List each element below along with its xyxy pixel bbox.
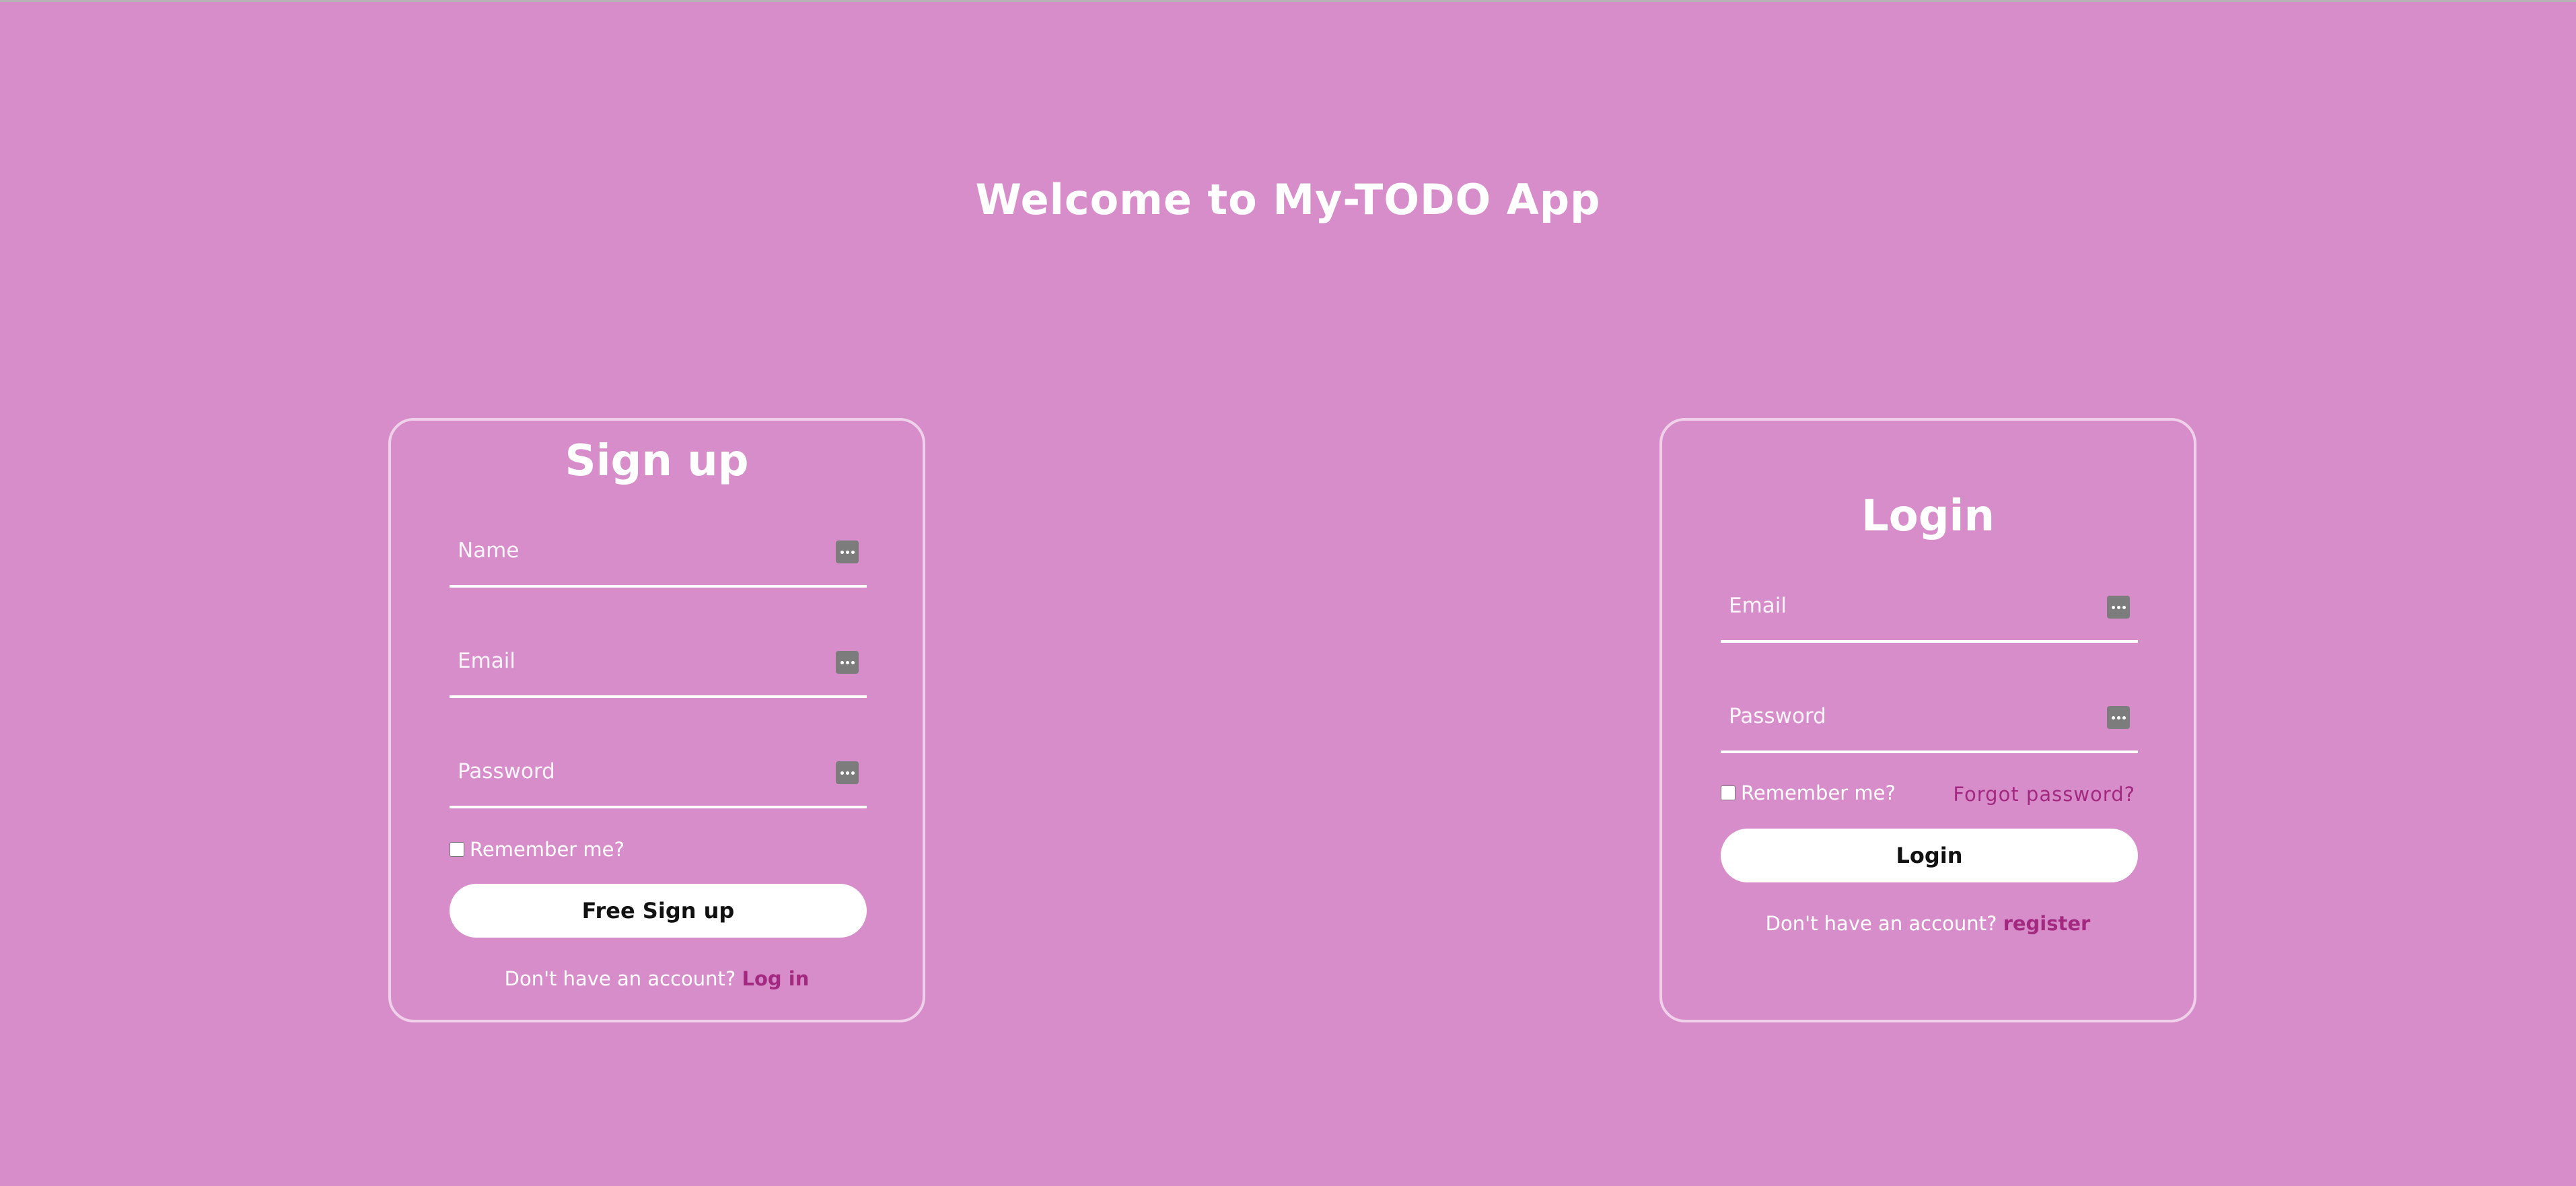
login-switch-text: Don't have an account? (1765, 912, 1997, 935)
login-switch-line: Don't have an account? register (1662, 912, 2194, 935)
login-card: Login Remember me? Forgot password? Logi… (1659, 418, 2196, 1022)
password-manager-icon[interactable] (2107, 596, 2130, 619)
forgot-password-link[interactable]: Forgot password? (1953, 783, 2135, 806)
login-email-field (1721, 575, 2138, 643)
signup-name-input[interactable] (450, 520, 821, 581)
signup-remember-checkbox[interactable] (450, 842, 464, 857)
page-title: Welcome to My-TODO App (975, 175, 1601, 224)
register-link[interactable]: register (2003, 912, 2091, 935)
signup-email-field (450, 631, 867, 698)
login-remember-checkbox[interactable] (1721, 786, 1736, 800)
login-title: Login (1861, 491, 1995, 541)
login-button[interactable]: Login (1721, 829, 2138, 882)
signup-name-field (450, 520, 867, 588)
signup-switch-line: Don't have an account? Log in (391, 967, 923, 990)
free-signup-button[interactable]: Free Sign up (450, 884, 867, 938)
login-password-input[interactable] (1721, 686, 2092, 746)
signup-remember-row[interactable]: Remember me? (450, 838, 624, 861)
login-remember-label: Remember me? (1741, 781, 1896, 804)
password-manager-icon[interactable] (836, 651, 859, 674)
password-manager-icon[interactable] (2107, 706, 2130, 729)
password-manager-icon[interactable] (836, 540, 859, 563)
signup-password-field (450, 741, 867, 808)
login-remember-row[interactable]: Remember me? (1721, 781, 1896, 804)
signup-switch-text: Don't have an account? (504, 967, 736, 990)
login-email-input[interactable] (1721, 575, 2092, 636)
signup-remember-label: Remember me? (470, 838, 624, 861)
password-manager-icon[interactable] (836, 761, 859, 784)
window-top-border (0, 0, 2576, 2)
signup-password-input[interactable] (450, 741, 821, 802)
login-link[interactable]: Log in (742, 967, 810, 990)
signup-card: Sign up Remember me? Free Sign up Don't … (388, 418, 925, 1022)
login-password-field (1721, 686, 2138, 753)
signup-email-input[interactable] (450, 631, 821, 691)
signup-title: Sign up (565, 436, 749, 486)
